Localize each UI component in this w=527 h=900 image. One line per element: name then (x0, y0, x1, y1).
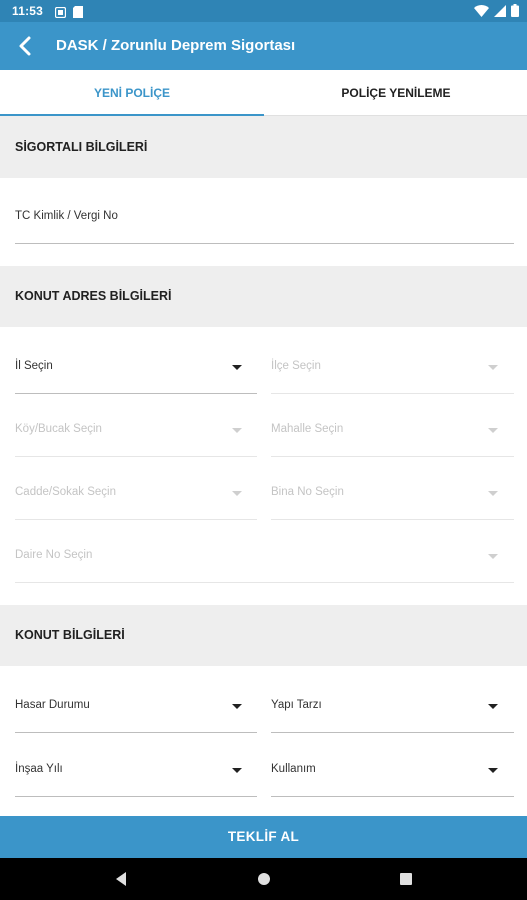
section-insured-title: SİGORTALI BİLGİLERİ (15, 140, 148, 154)
tab-policy-renewal[interactable]: POLİÇE YENİLEME (264, 70, 527, 116)
tc-id-underline (15, 243, 514, 244)
apartment-underline (15, 582, 514, 583)
building-select-label: Bina No Seçin (271, 486, 344, 498)
page-title: DASK / Zorunlu Deprem Sigortası (56, 37, 296, 54)
app-bar: DASK / Zorunlu Deprem Sigortası (0, 22, 527, 70)
apartment-select-label: Daire No Seçin (15, 549, 93, 561)
construction-year-label: İnşaa Yılı (15, 763, 63, 775)
chevron-down-icon (488, 365, 498, 370)
district-underline (271, 393, 514, 394)
status-right-icons (474, 4, 519, 22)
chevron-down-icon (488, 704, 498, 709)
construction-type-label: Yapı Tarzı (271, 699, 322, 711)
chevron-down-icon (488, 491, 498, 496)
section-dwelling-title: KONUT BİLGİLERİ (15, 628, 125, 642)
neighborhood-select-label: Mahalle Seçin (271, 423, 344, 435)
chevron-down-icon (232, 365, 242, 370)
street-select-label: Cadde/Sokak Seçin (15, 486, 117, 498)
tc-id-field[interactable]: TC Kimlik / Vergi No (15, 210, 118, 222)
usage-label: Kullanım (271, 763, 316, 775)
get-quote-button[interactable]: TEKLİF AL (0, 816, 527, 858)
chevron-down-icon (232, 428, 242, 433)
notification-icon (54, 5, 67, 23)
neighborhood-underline (271, 456, 514, 457)
battery-icon (511, 4, 519, 22)
sim-icon (73, 5, 83, 23)
chevron-down-icon (232, 491, 242, 496)
construction-type-underline (271, 732, 514, 733)
building-underline (271, 519, 514, 520)
chevron-down-icon (232, 768, 242, 773)
village-underline (15, 456, 257, 457)
section-address-title: KONUT ADRES BİLGİLERİ (15, 289, 172, 303)
signal-icon (494, 4, 506, 22)
chevron-down-icon (232, 704, 242, 709)
status-time: 11:53 (12, 4, 44, 18)
construction-year-underline (15, 796, 257, 797)
district-select-label: İlçe Seçin (271, 360, 321, 372)
system-nav-bar (0, 858, 527, 900)
home-circle-icon[interactable] (257, 871, 271, 892)
usage-underline (271, 796, 514, 797)
province-underline (15, 393, 257, 394)
damage-status-underline (15, 732, 257, 733)
tab-new-policy[interactable]: YENİ POLİÇE (0, 70, 264, 116)
street-underline (15, 519, 257, 520)
province-select-label: İl Seçin (15, 360, 53, 372)
status-bar: 11:53 (0, 0, 527, 22)
recents-square-icon[interactable] (399, 871, 413, 892)
back-triangle-icon[interactable] (114, 871, 128, 892)
chevron-down-icon (488, 768, 498, 773)
section-dwelling-header: KONUT BİLGİLERİ (0, 605, 527, 666)
village-select-label: Köy/Bucak Seçin (15, 423, 102, 435)
section-insured-header: SİGORTALI BİLGİLERİ (0, 116, 527, 178)
chevron-down-icon (488, 554, 498, 559)
damage-status-label: Hasar Durumu (15, 699, 90, 711)
chevron-left-icon[interactable] (14, 34, 38, 58)
chevron-down-icon (488, 428, 498, 433)
section-address-header: KONUT ADRES BİLGİLERİ (0, 266, 527, 327)
tab-bar: YENİ POLİÇE POLİÇE YENİLEME (0, 70, 527, 116)
wifi-icon (474, 4, 489, 22)
